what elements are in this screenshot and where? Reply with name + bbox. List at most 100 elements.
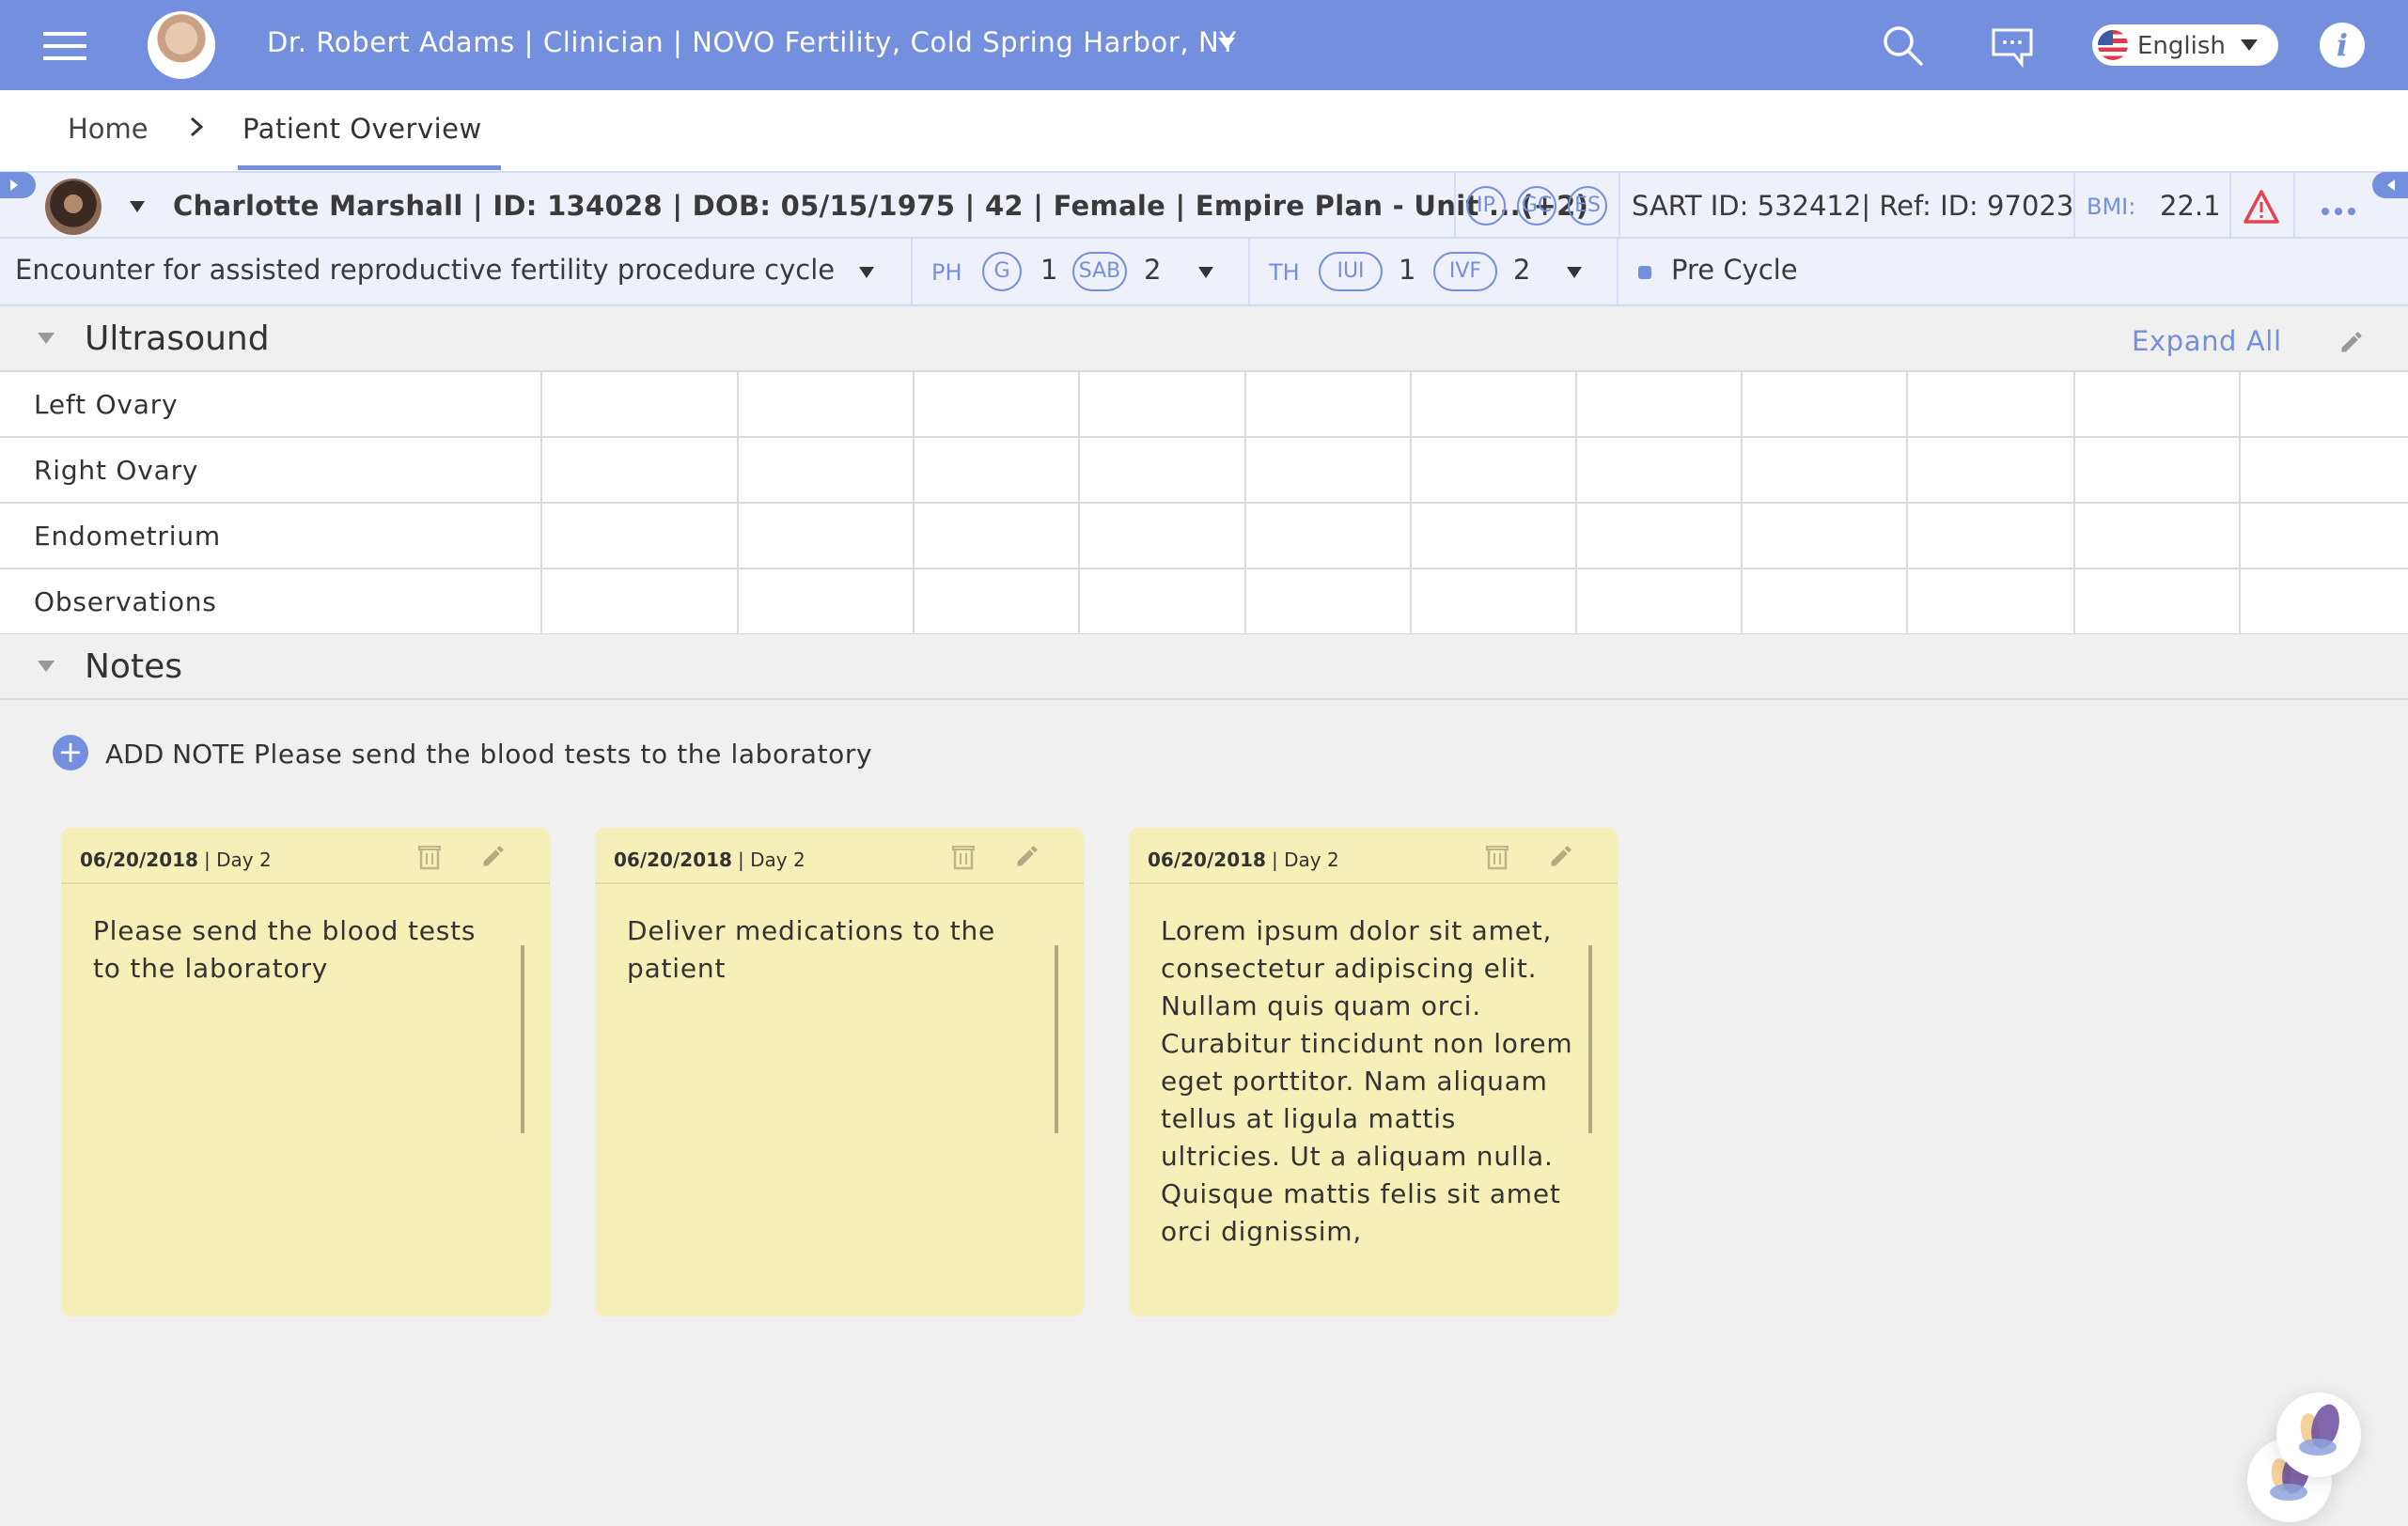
badge-es[interactable]: ES xyxy=(1568,186,1607,226)
language-selector[interactable]: English xyxy=(2092,24,2278,66)
table-cell[interactable] xyxy=(737,372,913,436)
pencil-icon[interactable] xyxy=(1548,843,1574,869)
table-cell[interactable] xyxy=(2073,504,2239,568)
table-cell[interactable] xyxy=(2073,569,2239,633)
table-cell[interactable] xyxy=(1575,438,1741,502)
patient-dropdown-icon[interactable] xyxy=(130,201,145,212)
table-cell[interactable] xyxy=(1244,569,1410,633)
table-cell[interactable] xyxy=(1741,504,1906,568)
table-cell[interactable] xyxy=(737,569,913,633)
pencil-icon[interactable] xyxy=(1014,843,1040,869)
ph-label: PH xyxy=(931,259,962,286)
table-cell[interactable] xyxy=(913,372,1078,436)
info-icon[interactable]: i xyxy=(2320,23,2365,68)
novo-logo-button[interactable] xyxy=(2276,1393,2361,1477)
note-day: | Day 2 xyxy=(204,849,272,871)
table-cell[interactable] xyxy=(1741,569,1906,633)
chat-icon[interactable] xyxy=(1990,24,2035,70)
table-cell[interactable] xyxy=(1410,569,1575,633)
chip-iui[interactable]: IUI xyxy=(1319,252,1383,291)
table-cell[interactable] xyxy=(1575,569,1741,633)
clinic-dropdown-icon[interactable] xyxy=(1218,38,1235,49)
table-cell[interactable] xyxy=(1741,438,1906,502)
collapse-notes-icon[interactable] xyxy=(38,661,55,672)
table-cell[interactable] xyxy=(737,504,913,568)
warning-icon[interactable] xyxy=(2243,188,2280,226)
pencil-icon[interactable] xyxy=(480,843,507,869)
table-cell[interactable] xyxy=(1741,372,1906,436)
table-cell[interactable] xyxy=(2239,438,2408,502)
note-input[interactable] xyxy=(254,735,1006,772)
encounter-select[interactable]: Encounter for assisted reproductive fert… xyxy=(15,254,835,286)
table-cell[interactable] xyxy=(1906,504,2073,568)
chip-sab[interactable]: SAB xyxy=(1072,252,1127,291)
expand-right-panel-button[interactable] xyxy=(2372,172,2408,198)
chip-ivf[interactable]: IVF xyxy=(1433,252,1497,291)
notes-title: Notes xyxy=(85,647,182,686)
chip-g[interactable]: G xyxy=(982,252,1022,291)
table-cell[interactable] xyxy=(2239,372,2408,436)
table-cell[interactable] xyxy=(540,372,737,436)
table-cell[interactable] xyxy=(2073,438,2239,502)
note-card: 06/20/2018 | Day 2 Deliver medications t… xyxy=(595,828,1084,1316)
breadcrumb-home[interactable]: Home xyxy=(68,113,149,145)
table-cell[interactable] xyxy=(540,504,737,568)
table-cell[interactable] xyxy=(1410,372,1575,436)
more-options-icon[interactable] xyxy=(2322,201,2363,215)
search-icon[interactable] xyxy=(1880,23,1925,68)
divider xyxy=(1248,239,1250,304)
row-label: Endometrium xyxy=(34,521,221,552)
table-cell[interactable] xyxy=(1078,438,1244,502)
note-card: 06/20/2018 | Day 2 Please send the blood… xyxy=(61,828,550,1316)
chevron-right-icon xyxy=(190,117,204,137)
add-note-label: ADD NOTE xyxy=(105,739,245,770)
table-cell[interactable] xyxy=(1244,504,1410,568)
breadcrumb-patient-overview[interactable]: Patient Overview xyxy=(242,113,482,145)
cycle-status: Pre Cycle xyxy=(1671,254,1798,286)
pencil-icon[interactable] xyxy=(2338,329,2365,355)
table-cell[interactable] xyxy=(1410,438,1575,502)
table-cell[interactable] xyxy=(1906,438,2073,502)
note-scrollbar[interactable] xyxy=(1588,945,1592,1133)
collapse-ultrasound-icon[interactable] xyxy=(38,333,55,344)
table-cell[interactable] xyxy=(1906,372,2073,436)
table-cell[interactable] xyxy=(1078,372,1244,436)
note-card-header: 06/20/2018 | Day 2 xyxy=(61,828,550,884)
badge-ip[interactable]: IP xyxy=(1466,186,1506,226)
trash-icon[interactable] xyxy=(1484,841,1510,871)
encounter-dropdown-icon[interactable] xyxy=(859,267,874,278)
ultrasound-table: Left Ovary Right Ovary Endometrium Obser… xyxy=(0,372,2408,635)
badge-gc[interactable]: GC xyxy=(1517,186,1556,226)
expand-all-button[interactable]: Expand All xyxy=(2132,325,2282,357)
note-scrollbar[interactable] xyxy=(521,945,524,1133)
table-cell[interactable] xyxy=(737,438,913,502)
note-text: Lorem ipsum dolor sit amet, consectetur … xyxy=(1161,915,1573,1247)
ph-dropdown-icon[interactable] xyxy=(1198,267,1213,278)
table-cell[interactable] xyxy=(1244,438,1410,502)
patient-avatar[interactable] xyxy=(45,179,102,235)
table-cell[interactable] xyxy=(913,438,1078,502)
table-cell[interactable] xyxy=(913,569,1078,633)
table-cell[interactable] xyxy=(913,504,1078,568)
table-cell[interactable] xyxy=(1906,569,2073,633)
table-cell[interactable] xyxy=(1575,372,1741,436)
trash-icon[interactable] xyxy=(950,841,977,871)
table-cell[interactable] xyxy=(2239,504,2408,568)
expand-left-panel-button[interactable] xyxy=(0,172,36,198)
table-cell[interactable] xyxy=(1244,372,1410,436)
table-cell[interactable] xyxy=(540,438,737,502)
table-cell[interactable] xyxy=(2073,372,2239,436)
menu-icon[interactable] xyxy=(43,32,86,60)
table-cell[interactable] xyxy=(1575,504,1741,568)
row-label: Left Ovary xyxy=(34,389,179,420)
table-cell[interactable] xyxy=(540,569,737,633)
table-cell[interactable] xyxy=(1410,504,1575,568)
table-cell[interactable] xyxy=(2239,569,2408,633)
table-cell[interactable] xyxy=(1078,569,1244,633)
table-cell[interactable] xyxy=(1078,504,1244,568)
trash-icon[interactable] xyxy=(416,841,443,871)
th-dropdown-icon[interactable] xyxy=(1567,267,1582,278)
note-day: | Day 2 xyxy=(738,849,805,871)
clinician-avatar[interactable] xyxy=(148,11,215,79)
note-scrollbar[interactable] xyxy=(1055,945,1058,1133)
